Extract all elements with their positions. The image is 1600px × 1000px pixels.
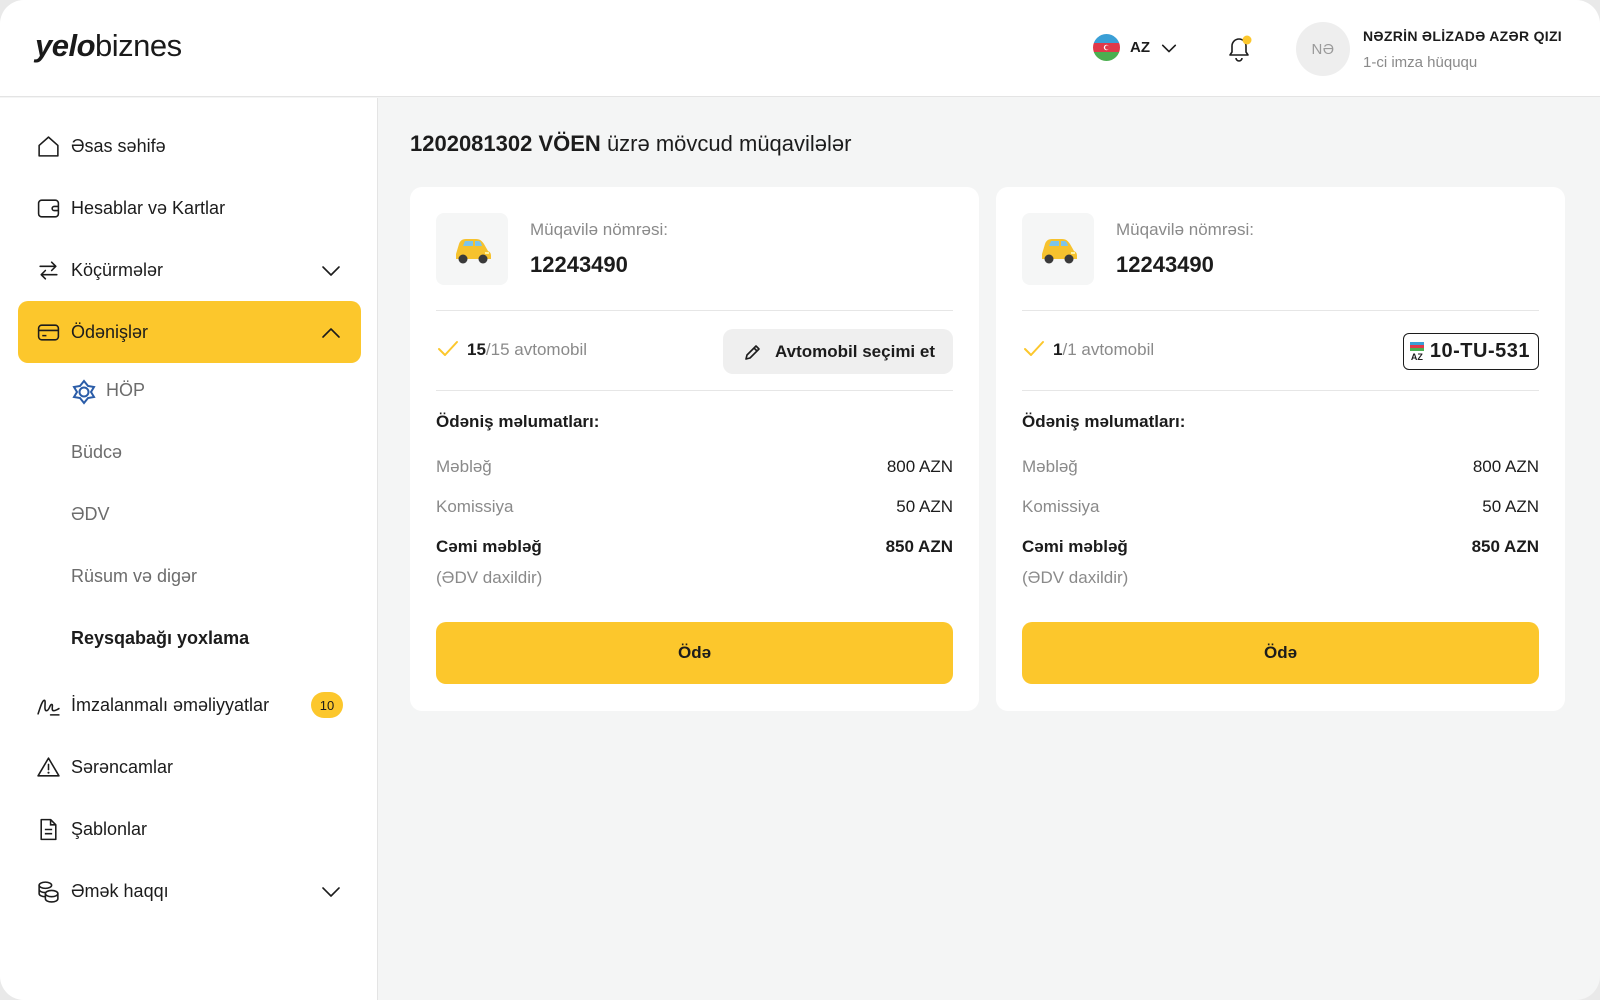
sidebar-subitem-label: Reysqabağı yoxlama [71, 628, 250, 648]
sidebar-subitem-pretrip-check[interactable]: Reysqabağı yoxlama [18, 614, 361, 666]
sidebar-item-salary[interactable]: Əmək haqqı [18, 860, 361, 922]
document-icon [40, 818, 57, 841]
sidebar-subitem-budget[interactable]: Büdcə [18, 428, 361, 480]
plate-number: 10-TU-531 [1429, 340, 1530, 362]
coins-icon [38, 881, 59, 903]
notification-bell-icon[interactable] [1225, 32, 1253, 64]
contract-card: Müqavilə nömrəsi: 12243490 1/1 avtomobil… [996, 187, 1565, 711]
sidebar-item-label: Sərəncamlar [71, 756, 174, 777]
sidebar-item-label: Şablonlar [71, 818, 148, 839]
vehicle-count: 15/15 avtomobil [467, 340, 588, 359]
hop-logo-icon [72, 379, 96, 405]
divider [436, 390, 953, 391]
divider [436, 310, 953, 311]
vat-note: (ƏDV daxildir) [1022, 568, 1129, 587]
sidebar-subitem-label: Büdcə [71, 442, 123, 462]
sidebar-item-transfers[interactable]: Köçürmələr [18, 239, 361, 301]
signature-icon [37, 699, 60, 716]
azerbaijan-flag-icon [1093, 34, 1120, 61]
select-vehicle-button[interactable]: Avtomobil seçimi et [723, 329, 953, 374]
vat-note: (ƏDV daxildir) [436, 568, 543, 587]
sidebar-item-templates[interactable]: Şablonlar [18, 798, 361, 860]
top-bar: yelobiznes AZ NƏ NƏZRİN ƏLİZADƏ AZƏR QIZ… [0, 0, 1600, 97]
sidebar-subitem-fees[interactable]: Rüsum və digər [18, 552, 361, 604]
pay-button[interactable]: Ödə [436, 622, 953, 684]
sidebar-item-label: Köçürmələr [71, 259, 164, 280]
user-role: 1-ci imza hüququ [1363, 54, 1478, 71]
contract-number: 12243490 [1116, 252, 1214, 277]
app-window: yelobiznes AZ NƏ NƏZRİN ƏLİZADƏ AZƏR QIZ… [0, 0, 1600, 1000]
sidebar-item-orders[interactable]: Sərəncamlar [18, 736, 361, 798]
plate-flag-icon: AZ [1409, 341, 1424, 362]
pay-button[interactable]: Ödə [1022, 622, 1539, 684]
sidebar-item-label: Əmək haqqı [71, 880, 169, 901]
transfer-icon [39, 261, 58, 280]
check-icon [438, 341, 458, 356]
sidebar-item-home[interactable]: Əsas səhifə [18, 115, 361, 177]
card-icon [37, 324, 60, 341]
sidebar: Əsas səhifə Hesablar və Kartlar Köçürməl… [0, 98, 378, 1000]
sidebar-subitem-vat[interactable]: ƏDV [18, 490, 361, 542]
sidebar-subitem-label: HÖP [106, 380, 146, 400]
select-vehicle-label: Avtomobil seçimi et [775, 341, 935, 361]
sidebar-subitem-label: ƏDV [71, 504, 110, 524]
logo[interactable]: yelobiznes [35, 28, 182, 64]
chevron-up-icon [322, 328, 340, 338]
payment-info-title: Ödəniş məlumatları: [436, 412, 600, 431]
contract-number-label: Müqavilə nömrəsi: [1116, 220, 1254, 239]
sidebar-item-label: İmzalanmalı əməliyyatlar [71, 694, 270, 715]
license-plate[interactable]: AZ 10-TU-531 [1402, 333, 1539, 370]
vehicle-count: 1/1 avtomobil [1053, 340, 1155, 359]
sidebar-item-label: Əsas səhifə [71, 135, 166, 156]
warning-icon [37, 757, 60, 777]
count-badge: 10 [311, 692, 343, 718]
divider [1022, 390, 1539, 391]
sidebar-item-label: Ödənişlər [71, 321, 149, 342]
sidebar-item-label: Hesablar və Kartlar [71, 197, 226, 218]
language-label: AZ [1130, 39, 1150, 56]
car-icon [436, 213, 508, 285]
language-selector[interactable]: AZ [1093, 34, 1178, 61]
user-name: NƏZRİN ƏLİZADƏ AZƏR QIZI [1363, 28, 1562, 44]
contract-card: Müqavilə nömrəsi: 12243490 15/15 avtomob… [410, 187, 979, 711]
check-icon [1024, 341, 1044, 356]
sidebar-item-payments[interactable]: Ödənişlər [18, 301, 361, 363]
chevron-down-icon [322, 887, 340, 897]
sidebar-subitem-label: Rüsum və digər [71, 566, 198, 586]
contract-number: 12243490 [530, 252, 628, 277]
payment-info-title: Ödəniş məlumatları: [1022, 412, 1186, 431]
wallet-icon [37, 199, 60, 218]
page-title: 1202081302 VÖEN üzrə mövcud müqavilələr [410, 131, 852, 156]
car-icon [1022, 213, 1094, 285]
contract-number-label: Müqavilə nömrəsi: [530, 220, 668, 239]
sidebar-item-signing[interactable]: İmzalanmalı əməliyyatlar 10 [18, 674, 361, 736]
plate-country: AZ [1410, 351, 1423, 362]
sidebar-item-accounts[interactable]: Hesablar və Kartlar [18, 177, 361, 239]
chevron-down-icon [322, 266, 340, 276]
sidebar-subitem-hop[interactable]: HÖP [18, 366, 361, 418]
avatar[interactable]: NƏ [1296, 22, 1350, 76]
pencil-icon [745, 344, 760, 360]
chevron-down-icon [1161, 43, 1177, 52]
divider [1022, 310, 1539, 311]
home-icon [38, 136, 59, 157]
